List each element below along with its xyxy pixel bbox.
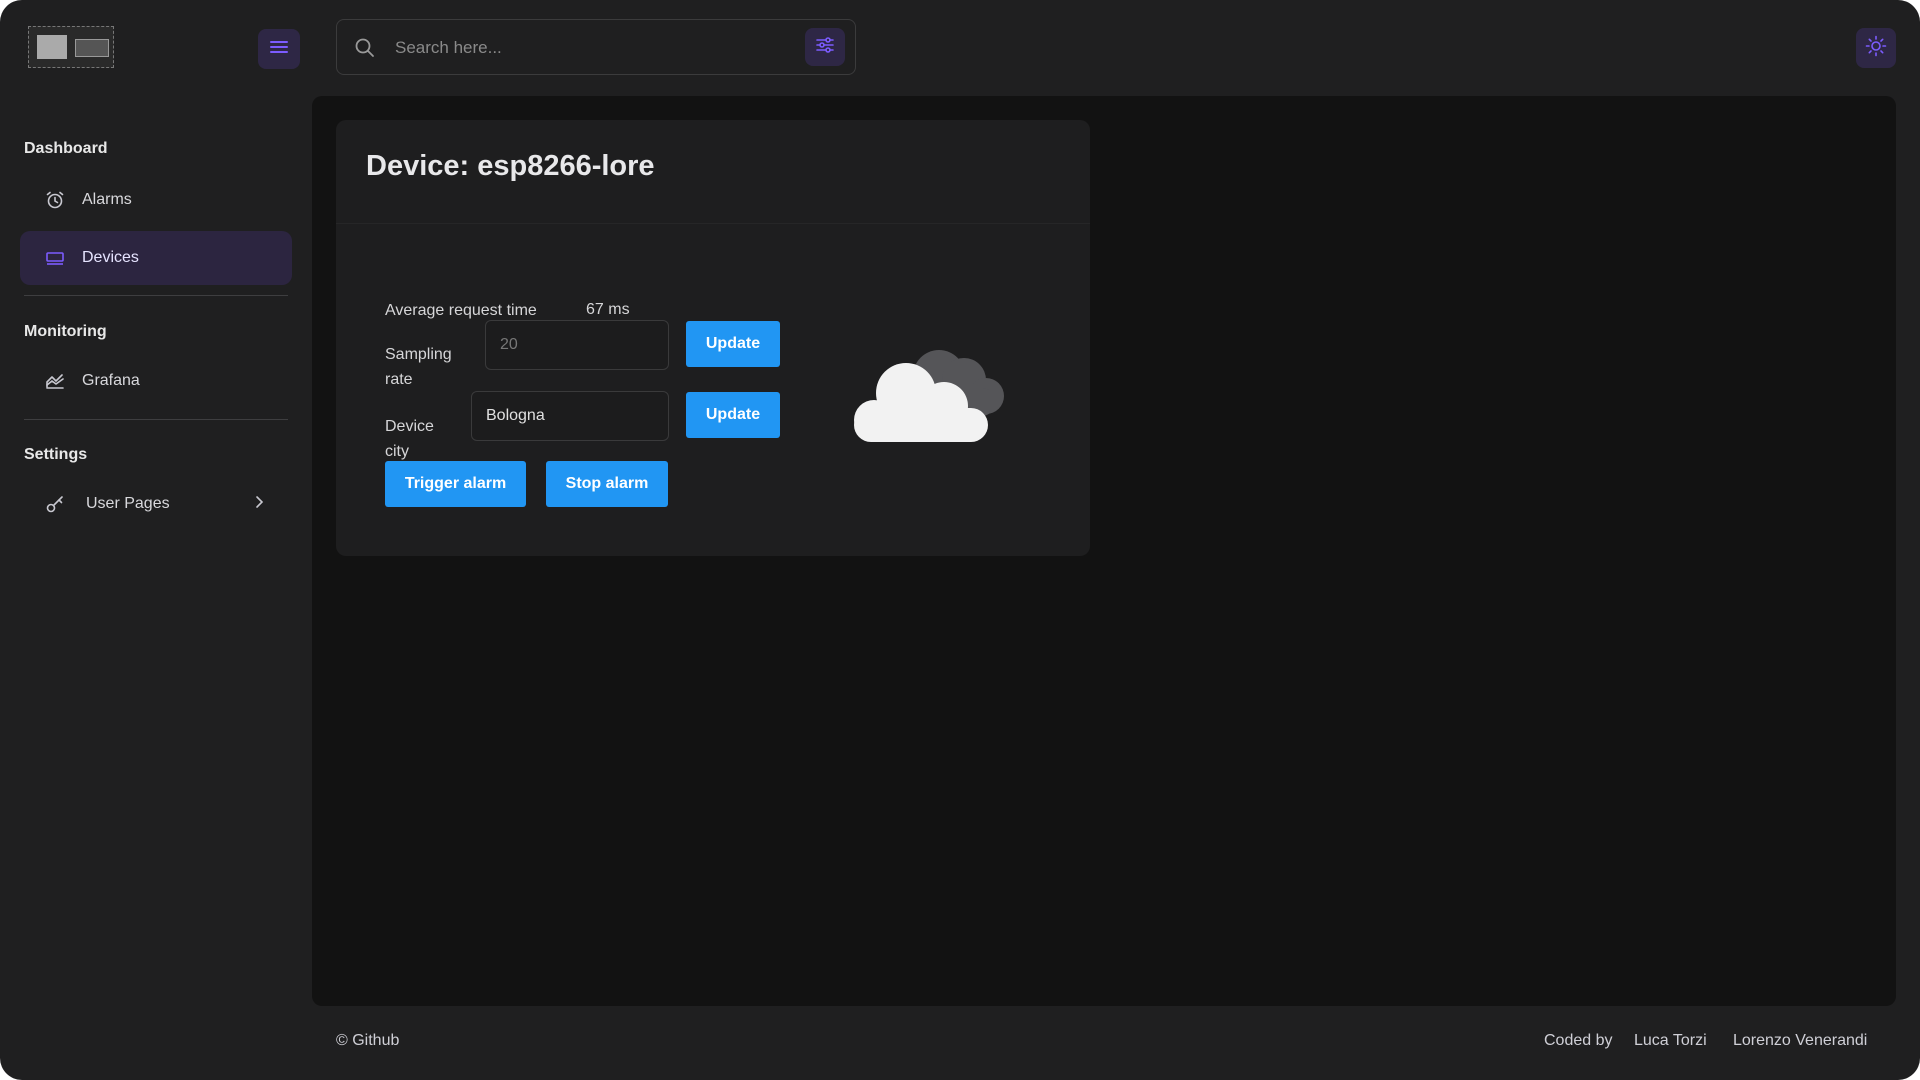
sidebar-item-alarms[interactable]: Alarms [20, 173, 292, 227]
menu-toggle-button[interactable] [258, 29, 300, 69]
device-city-input[interactable] [471, 391, 669, 441]
sidebar-item-label: User Pages [86, 495, 170, 512]
sidebar-item-label: Devices [82, 249, 139, 266]
sidebar-section-settings: Settings [24, 446, 88, 463]
footer-author-link[interactable]: Luca Torzi [1634, 1032, 1707, 1050]
update-sampling-button[interactable]: Update [686, 321, 780, 367]
sidebar-item-grafana[interactable]: Grafana [20, 354, 292, 408]
trigger-alarm-button[interactable]: Trigger alarm [385, 461, 526, 507]
stop-alarm-button[interactable]: Stop alarm [546, 461, 668, 507]
chevron-right-icon [254, 495, 264, 514]
search-bar [336, 19, 856, 75]
main-content: Device: esp8266-lore Average request tim… [312, 96, 1896, 1006]
footer-author-link[interactable]: Lorenzo Venerandi [1733, 1032, 1867, 1050]
logo-chip [37, 35, 67, 59]
chart-area-icon [44, 370, 66, 392]
device-title: Device: esp8266-lore [366, 150, 655, 182]
hamburger-icon [269, 39, 289, 60]
alarm-clock-icon [44, 189, 66, 211]
sidebar-divider [24, 419, 288, 420]
footer-copyright[interactable]: © Github [336, 1032, 399, 1050]
sampling-rate-label: Sampling rate [385, 342, 452, 392]
device-city-label-line1: Device [385, 418, 434, 435]
sidebar-item-label: Alarms [82, 191, 132, 208]
sampling-rate-label-line2: rate [385, 371, 413, 388]
app-frame: Dashboard Alarms Devices Monitoring Graf… [0, 0, 1920, 1080]
theme-toggle-button[interactable] [1856, 28, 1896, 68]
device-city-label: Device city [385, 414, 434, 464]
key-icon [44, 493, 66, 515]
cloudy-icon [844, 338, 1014, 453]
devices-icon [44, 247, 66, 269]
search-filter-button[interactable] [805, 28, 845, 66]
update-city-button[interactable]: Update [686, 392, 780, 438]
sampling-rate-label-line1: Sampling [385, 346, 452, 363]
sun-icon [1865, 35, 1887, 62]
device-card: Device: esp8266-lore Average request tim… [336, 120, 1090, 556]
logo[interactable] [28, 26, 114, 68]
sliders-icon [815, 36, 835, 59]
sidebar-item-user-pages[interactable]: User Pages [20, 477, 292, 531]
sidebar-item-devices[interactable]: Devices [20, 231, 292, 285]
sampling-rate-input[interactable] [485, 320, 669, 370]
avg-request-value: 67 ms [586, 301, 630, 318]
search-icon [355, 38, 375, 63]
sidebar-section-monitoring: Monitoring [24, 323, 107, 340]
sidebar-item-label: Grafana [82, 372, 140, 389]
footer-coded-by: Coded by [1544, 1032, 1613, 1049]
logo-chip-secondary [75, 39, 109, 57]
search-input[interactable] [393, 32, 817, 64]
sidebar-divider [24, 295, 288, 296]
sidebar-section-dashboard: Dashboard [24, 140, 108, 157]
